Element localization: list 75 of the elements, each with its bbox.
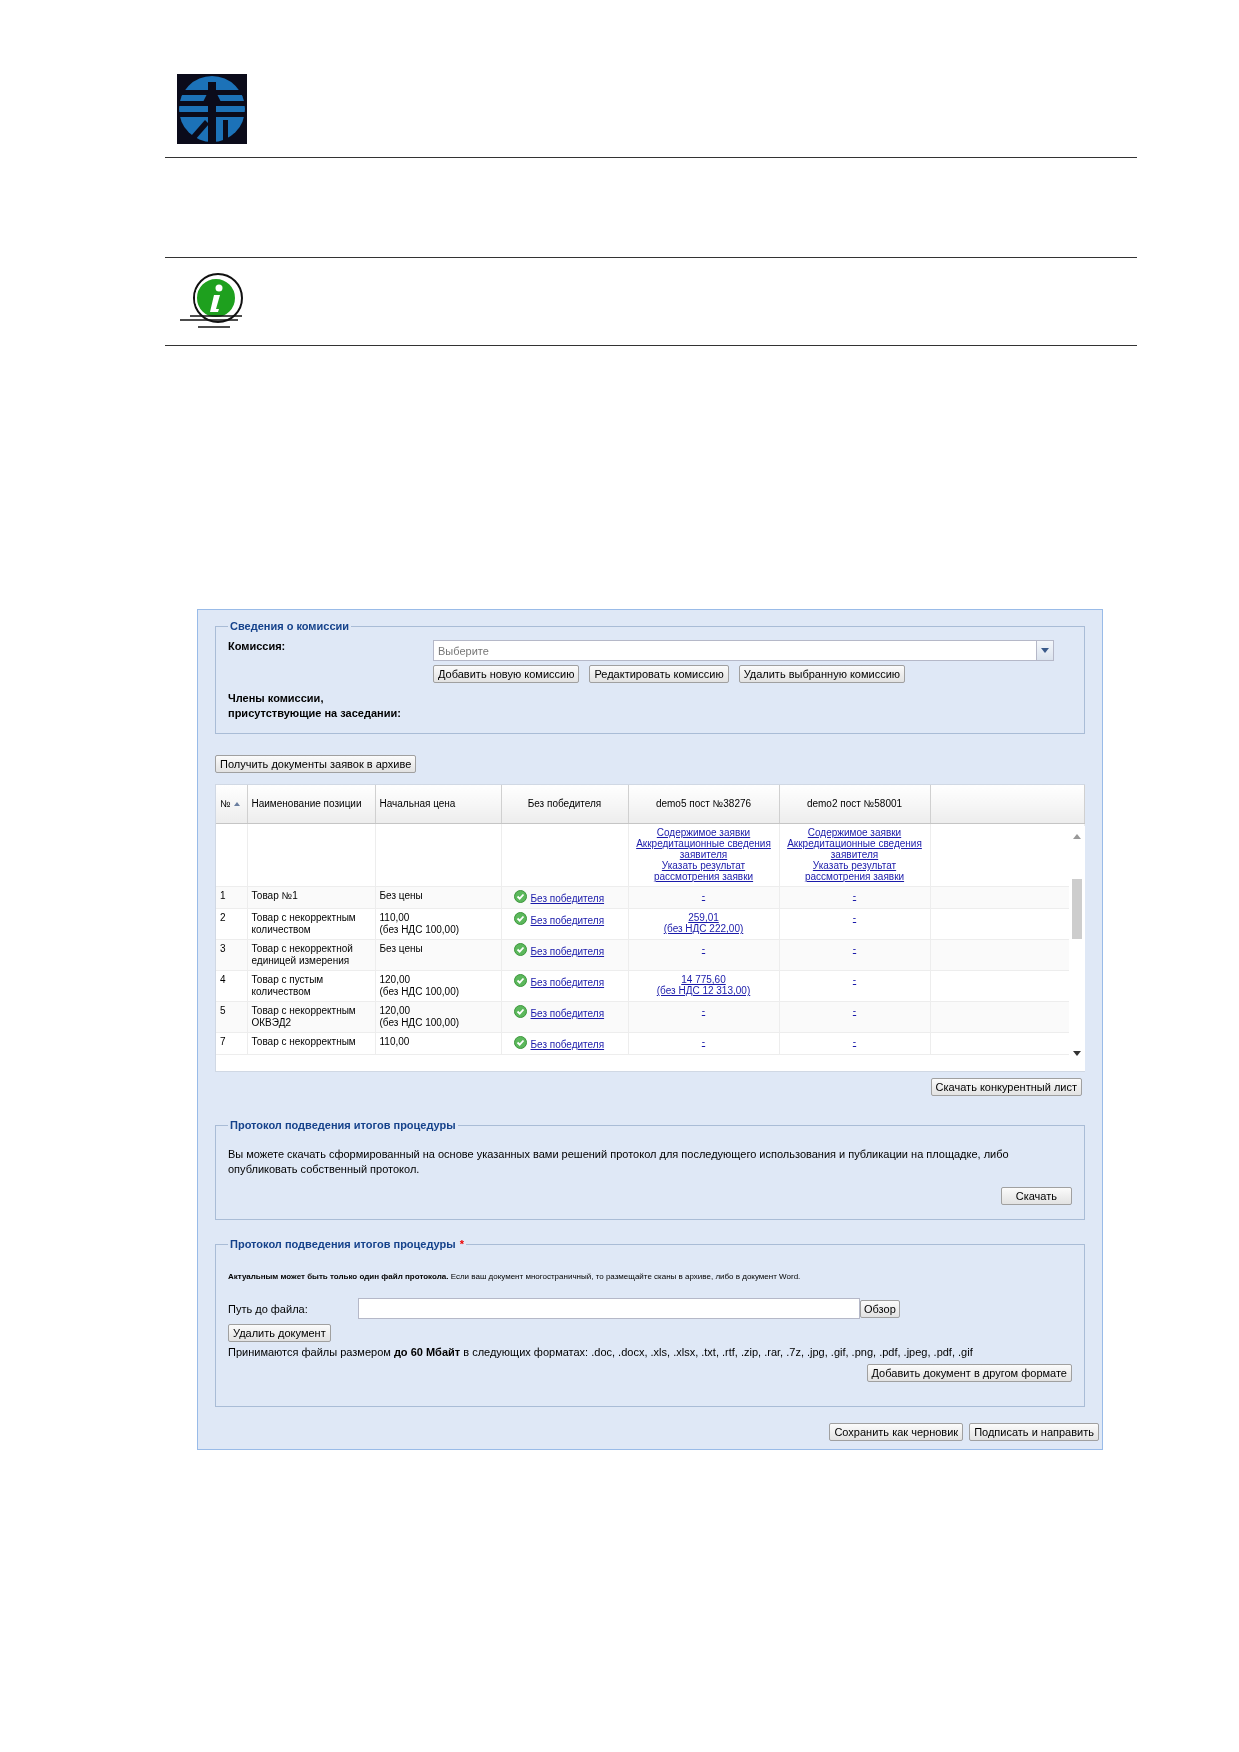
table-cell-text: 110,00 <box>379 1036 411 1048</box>
chevron-down-icon <box>1041 648 1049 653</box>
commission-button[interactable]: Удалить выбранную комиссию <box>738 665 906 683</box>
offer-link[interactable]: Аккредитационные сведения заявителя <box>632 838 775 860</box>
delete-button[interactable]: Удалить документ <box>228 1324 331 1342</box>
table-cell: Товар с пустым количеством <box>247 970 375 1002</box>
table-cell-text: (без НДС 100,00) <box>379 986 461 998</box>
offer-link[interactable]: 259,01 <box>632 912 775 923</box>
commission-button[interactable]: Добавить новую комиссию <box>433 665 580 683</box>
table-cell: Товар с некорректным <box>247 1032 375 1055</box>
winner-link[interactable]: Без победителя <box>530 1039 605 1051</box>
offer-link[interactable]: - <box>783 1036 926 1047</box>
panel-text: Вы можете скачать сформированный на основе указанных вами решений протокол для последующего использования и публикации на площадке, либо опубликовать собственный протокол. <box>228 1147 1010 1177</box>
column-header[interactable]: demo5 пост №38276 <box>628 785 779 824</box>
check-icon <box>513 943 527 956</box>
formats-text: Принимаются файлы размером до 60 Мбайт в следующих форматах: .doc, .docx, .xls, .xlsx, .txt, .rtf, .zip, .rar, .7z, .jpg, .gif, .png, .pdf, .jpeg, .pdf, .gif <box>228 1345 974 1360</box>
column-header[interactable]: demo2 пост №58001 <box>779 785 930 824</box>
field-label: Путь до файла: <box>228 1302 309 1315</box>
offer-link[interactable]: (без НДС 12 313,00) <box>632 985 775 996</box>
offer-link[interactable]: Содержимое заявки <box>632 827 775 838</box>
footer-button[interactable]: Сохранить как черновик <box>829 1423 964 1441</box>
footer-button[interactable]: Подписать и направить <box>969 1423 1099 1441</box>
table-cell: Товар с некорректным ОКВЭД2 <box>247 1001 375 1033</box>
offer-link[interactable]: Указать результат рассмотрения заявки <box>783 860 926 882</box>
table-cell-text: (без НДС 100,00) <box>379 1017 461 1029</box>
column-header[interactable]: Начальная цена <box>375 785 501 824</box>
archive-button[interactable]: Получить документы заявок в архиве <box>215 755 417 773</box>
panel-title: Сведения о комиссии <box>229 620 351 632</box>
download-sheet-button[interactable]: Скачать конкурентный лист <box>930 1078 1082 1096</box>
offer-link[interactable]: Аккредитационные сведения заявителя <box>783 838 926 860</box>
field-label: Члены комиссии, присутствующие на заседании: <box>228 691 402 721</box>
check-icon <box>513 974 527 987</box>
table-cell: 3 <box>216 939 247 971</box>
add-document-button[interactable]: Добавить документ в другом формате <box>866 1364 1072 1382</box>
table-cell: 2 <box>216 908 247 940</box>
check-icon <box>513 912 527 925</box>
table-cell-text: 120,00 <box>379 1005 412 1017</box>
commission-dropdown[interactable]: Выберите <box>433 640 1054 661</box>
table-cell: Товар с некорректной единицей измерения <box>247 939 375 971</box>
table-cell-text: 120,00 <box>379 974 412 986</box>
emblem-logo <box>177 74 247 144</box>
offer-link[interactable]: Содержимое заявки <box>783 827 926 838</box>
check-icon <box>513 1036 527 1049</box>
table-cell-text: Без цены <box>379 943 424 955</box>
check-icon <box>513 1005 527 1018</box>
table-cell-text: (без НДС 100,00) <box>379 924 461 936</box>
commission-button[interactable]: Редактировать комиссию <box>589 665 729 683</box>
offer-link[interactable]: - <box>783 912 926 923</box>
table-cell: 4 <box>216 970 247 1002</box>
winner-link[interactable]: Без победителя <box>530 915 605 927</box>
column-header[interactable]: № <box>216 785 247 824</box>
table-cell-text: Без цены <box>379 890 424 902</box>
browse-button[interactable]: Обзор <box>860 1299 900 1318</box>
check-icon <box>513 890 527 903</box>
offer-link[interactable]: (без НДС 222,00) <box>632 923 775 934</box>
offer-link[interactable]: Указать результат рассмотрения заявки <box>632 860 775 882</box>
column-header[interactable]: Наименование позиции <box>247 785 375 824</box>
offer-link[interactable]: 14 775,60 <box>632 974 775 985</box>
winner-link[interactable]: Без победителя <box>530 977 605 989</box>
required-mark: * <box>459 1238 464 1250</box>
panel-title: Протокол подведения итогов процедуры <box>229 1119 457 1131</box>
offer-link[interactable]: - <box>632 1036 775 1047</box>
table-cell: 5 <box>216 1001 247 1033</box>
table-cell: 1 <box>216 886 247 909</box>
download-button[interactable]: Скачать <box>1000 1187 1072 1205</box>
hint-text: Актуальным может быть только один файл протокола. Если ваш документ многостраничный, то размещайте сканы в архиве, либо в документ Word. <box>228 1272 802 1281</box>
file-path-field[interactable] <box>358 1298 860 1319</box>
table-cell-text: 110,00 <box>379 912 411 924</box>
table-cell: Товар с некорректным количеством <box>247 908 375 940</box>
column-header[interactable]: Без победителя <box>501 785 628 824</box>
panel-title: Протокол подведения итогов процедуры <box>230 1238 456 1250</box>
dropdown-placeholder: Выберите <box>437 644 489 657</box>
offer-link[interactable]: - <box>783 974 926 985</box>
table-cell: 7 <box>216 1032 247 1055</box>
field-label: Комиссия: <box>228 640 287 654</box>
